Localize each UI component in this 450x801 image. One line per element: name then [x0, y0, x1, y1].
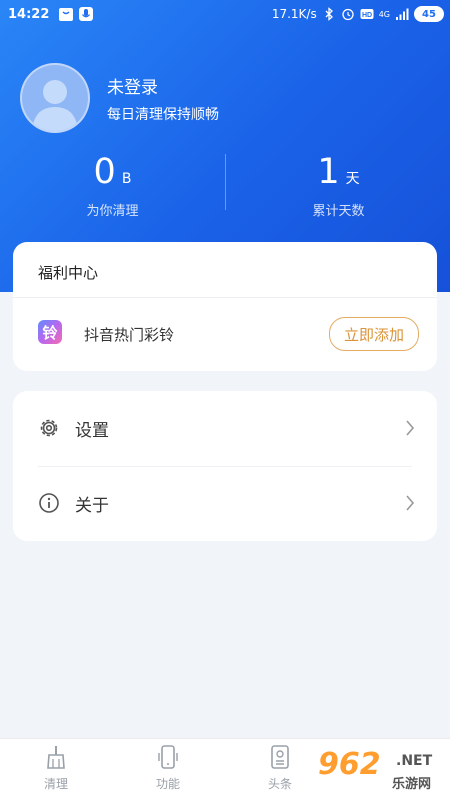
chevron-right-icon [406, 420, 415, 436]
chevron-right-icon [406, 495, 415, 511]
avatar[interactable] [20, 63, 90, 133]
bag-notification-icon [59, 8, 73, 21]
menu-card: 设置 关于 [13, 391, 437, 541]
tab-clean[interactable]: 清理 [16, 744, 96, 792]
tab-features[interactable]: 功能 [128, 744, 208, 792]
divider [13, 297, 437, 298]
login-status[interactable]: 未登录 [107, 73, 158, 98]
days-value: 1 [317, 152, 340, 192]
tab-headlines[interactable]: 头条 [240, 744, 320, 792]
watermark-suffix: .NET [396, 753, 433, 769]
broom-icon [47, 746, 65, 769]
tab-features-label: 功能 [155, 777, 180, 791]
welfare-title: 福利中心 [38, 264, 99, 282]
gear-icon [40, 419, 58, 437]
user-silhouette-icon [32, 80, 78, 131]
site-watermark-logo: 962 .NET 乐游网 [316, 745, 448, 797]
watermark-text: 乐游网 [392, 777, 432, 792]
phone-icon [158, 745, 178, 769]
news-icon [271, 745, 289, 769]
ringtone-icon: 铃 [38, 320, 62, 344]
add-now-button[interactable]: 立即添加 [329, 317, 419, 351]
mic-notification-icon [79, 7, 93, 21]
days-unit: 天 [345, 171, 360, 187]
menu-item-settings[interactable]: 设置 [13, 391, 437, 467]
welfare-card: 福利中心 铃 抖音热门彩铃 立即添加 [13, 242, 437, 371]
status-bar: 14:22 17.1K/s HD 4G 45 [0, 0, 450, 30]
alarm-icon [342, 8, 354, 21]
watermark-number: 962 [318, 747, 381, 782]
svg-text:HD: HD [362, 12, 372, 19]
status-right: 17.1K/s HD 4G 45 [272, 6, 444, 22]
tab-headlines-label: 头条 [267, 777, 292, 791]
cleaned-label: 为你清理 [86, 204, 139, 219]
cleaned-value: 0 [93, 152, 116, 192]
about-label: 关于 [75, 496, 109, 516]
bluetooth-icon [325, 7, 333, 21]
stat-days: 1天 累计天数 [226, 152, 450, 219]
battery-indicator: 45 [414, 6, 444, 22]
cleaned-unit: B [121, 171, 132, 187]
days-label: 累计天数 [312, 204, 365, 219]
stat-cleaned: 0B 为你清理 [0, 152, 225, 219]
info-icon [39, 493, 59, 513]
profile-subtitle: 每日清理保持顺畅 [107, 107, 219, 123]
settings-label: 设置 [75, 421, 109, 441]
network-type: 4G [378, 9, 390, 19]
tab-clean-label: 清理 [43, 777, 68, 791]
status-time: 14:22 [8, 7, 50, 22]
hd-icon: HD [360, 9, 374, 19]
menu-item-about[interactable]: 关于 [13, 466, 437, 541]
signal-icon [396, 8, 409, 20]
ringtone-label: 抖音热门彩铃 [84, 326, 175, 344]
network-speed: 17.1K/s [271, 7, 317, 21]
